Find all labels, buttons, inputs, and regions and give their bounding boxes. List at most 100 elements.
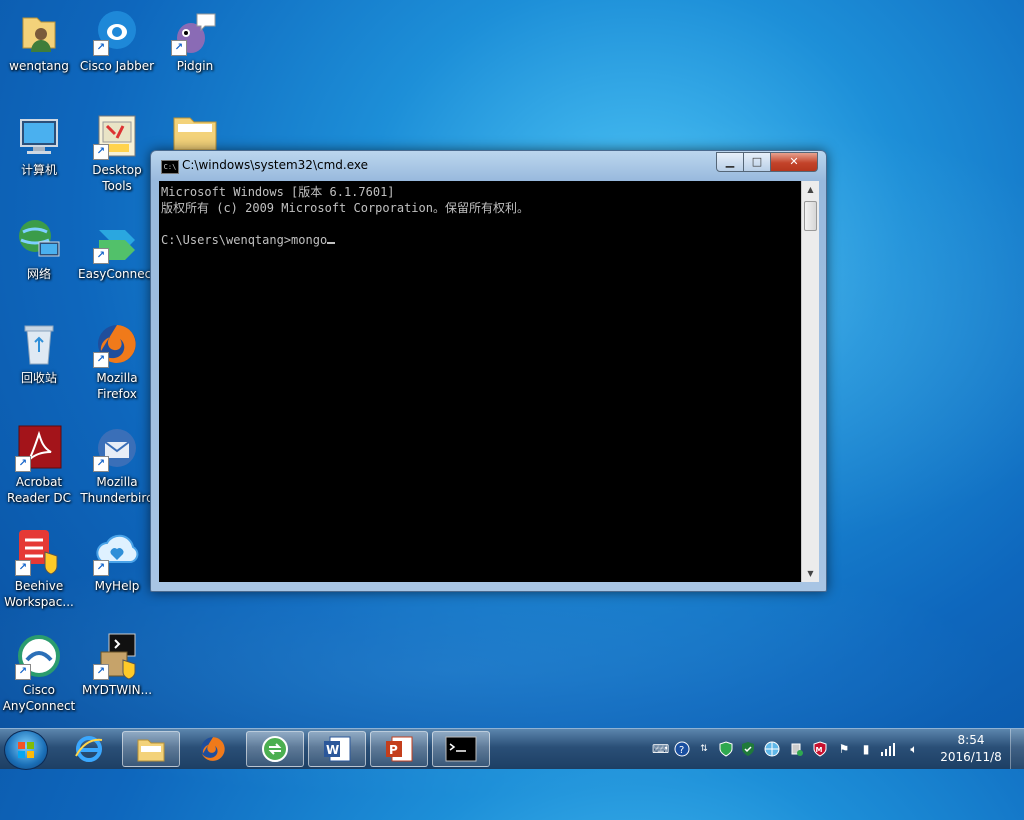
desktop-tools-icon: ↗	[93, 112, 141, 160]
vertical-scrollbar[interactable]: ▲ ▼	[801, 181, 819, 582]
shortcut-arrow-icon: ↗	[15, 456, 31, 472]
desktop-icon-folder-hidden[interactable]	[172, 112, 218, 151]
scroll-down-arrow-icon[interactable]: ▼	[802, 565, 819, 582]
desktop-icon-thunderbird[interactable]: ↗ Mozilla Thunderbird	[78, 420, 156, 506]
installer-icon: ↗	[93, 632, 141, 680]
volume-icon[interactable]: 🔈︎	[906, 741, 922, 757]
desktop-icon-recycle-bin[interactable]: 回收站	[0, 316, 78, 386]
taskbar-clock[interactable]: 8:54 2016/11/8	[935, 732, 1007, 766]
cmd-window[interactable]: C:\ C:\windows\system32\cmd.exe ▁ □ ✕ Mi…	[150, 150, 827, 592]
cmd-icon	[445, 736, 477, 762]
desktop-icon-label: Acrobat Reader DC	[7, 475, 71, 505]
computer-icon	[15, 112, 63, 160]
svg-text:W: W	[326, 743, 339, 757]
desktop-icon-label: EasyConnect	[78, 267, 156, 281]
console-prompt-line[interactable]: C:\Users\wenqtang>mongo	[161, 232, 801, 248]
desktop-icon-acrobat[interactable]: ↗ Acrobat Reader DC	[0, 420, 78, 506]
word-icon: W	[324, 736, 351, 762]
desktop-icon-anyconnect[interactable]: ↗ Cisco AnyConnect	[0, 628, 78, 714]
desktop-icon-label: 网络	[26, 267, 51, 281]
console-line: 版权所有 (c) 2009 Microsoft Corporation。保留所有…	[161, 201, 529, 215]
cisco-jabber-icon: ↗	[93, 8, 141, 56]
taskbar-word-button[interactable]: W	[308, 731, 366, 767]
clock-date: 2016/11/8	[940, 750, 1002, 764]
desktop-icon-label: 计算机	[20, 163, 57, 177]
usb-icon[interactable]	[788, 741, 804, 757]
user-folder-icon	[15, 8, 63, 56]
taskbar-ie-button[interactable]	[60, 731, 118, 767]
desktop-icon-computer[interactable]: 计算机	[0, 108, 78, 178]
mcafee-icon[interactable]: M	[812, 741, 828, 757]
text-cursor	[327, 242, 336, 244]
powerpoint-icon: P	[386, 736, 413, 762]
minimize-button[interactable]: ▁	[716, 152, 744, 172]
desktop-icon-label: Mozilla Firefox	[96, 371, 138, 401]
desktop-icon-wenqtang[interactable]: wenqtang	[0, 4, 78, 74]
shield-icon[interactable]	[718, 741, 734, 757]
desktop-icon-label: Desktop Tools	[92, 163, 142, 193]
desktop-icon-label: 回收站	[20, 371, 57, 385]
easyconnect-icon: ↗	[93, 216, 141, 264]
console-line: Microsoft Windows [版本 6.1.7601]	[161, 185, 395, 199]
keyboard-icon[interactable]: ⌨	[652, 741, 669, 757]
thunderbird-icon: ↗	[93, 424, 141, 472]
taskbar-cmd-button[interactable]	[432, 731, 490, 767]
arrow-icon[interactable]: ⇅	[696, 741, 712, 757]
desktop-icon-label: Cisco AnyConnect	[2, 683, 76, 713]
desktop-icon-easyconnect[interactable]: ↗ EasyConnect	[78, 212, 156, 282]
clock-time: 8:54	[957, 733, 985, 747]
myhelp-icon: ↗	[93, 528, 141, 576]
recycle-bin-icon	[15, 320, 63, 368]
console-prompt: C:\Users\wenqtang>mongo	[161, 233, 328, 247]
maximize-button[interactable]: □	[743, 152, 771, 172]
shortcut-arrow-icon: ↗	[171, 40, 187, 56]
system-tray: ⌨ ? ⇅ M ⚑ ▮ 🔈︎	[650, 729, 935, 769]
shortcut-arrow-icon: ↗	[15, 560, 31, 576]
desktop-icon-label: Mozilla Thunderbird	[80, 475, 154, 505]
shortcut-arrow-icon: ↗	[93, 456, 109, 472]
show-desktop-button[interactable]	[1010, 729, 1024, 769]
taskbar: W P ⌨ ? ⇅ M ⚑ ▮ 🔈︎ 8:54 2016/11/8	[0, 728, 1024, 770]
desktop-icon-label: Beehive Workspac...	[4, 579, 74, 609]
taskbar-explorer-button[interactable]	[122, 731, 180, 767]
desktop-icon-network[interactable]: 网络	[0, 212, 78, 282]
anyconnect-icon: ↗	[15, 632, 63, 680]
window-title: C:\windows\system32\cmd.exe	[182, 158, 368, 172]
desktop-icon-label: Cisco Jabber	[79, 59, 155, 73]
firefox-icon: ↗	[93, 320, 141, 368]
acrobat-icon: ↗	[15, 424, 63, 472]
scroll-up-arrow-icon[interactable]: ▲	[802, 181, 819, 198]
power-icon[interactable]: ▮	[858, 741, 874, 757]
taskbar-sync-button[interactable]	[246, 731, 304, 767]
cmd-app-icon[interactable]: C:\	[161, 160, 179, 174]
start-button[interactable]	[4, 730, 48, 770]
window-titlebar[interactable]: C:\ C:\windows\system32\cmd.exe ▁ □ ✕	[151, 151, 826, 179]
sync-icon	[262, 736, 288, 762]
taskbar-firefox-button[interactable]	[184, 731, 242, 767]
desktop-icon-beehive[interactable]: ↗ Beehive Workspac...	[0, 524, 78, 610]
shortcut-arrow-icon: ↗	[93, 560, 109, 576]
signal-icon[interactable]	[880, 741, 896, 757]
help-icon[interactable]: ?	[674, 741, 690, 757]
desktop-icon-cisco-jabber[interactable]: ↗ Cisco Jabber	[78, 4, 156, 74]
desktop-icon-label: MyHelp	[94, 579, 140, 593]
desktop-icon-label: MYDTWIN...	[81, 683, 153, 697]
desktop-icon-firefox[interactable]: ↗ Mozilla Firefox	[78, 316, 156, 402]
svg-text:M: M	[816, 746, 823, 754]
security-icon[interactable]	[740, 741, 756, 757]
flag-icon[interactable]: ⚑	[836, 741, 852, 757]
taskbar-powerpoint-button[interactable]: P	[370, 731, 428, 767]
network-globe-icon[interactable]	[764, 741, 780, 757]
shortcut-arrow-icon: ↗	[93, 144, 109, 160]
console-output[interactable]: Microsoft Windows [版本 6.1.7601] 版权所有 (c)…	[159, 181, 801, 582]
close-button[interactable]: ✕	[770, 152, 818, 172]
desktop-icon-mydtwin[interactable]: ↗ MYDTWIN...	[78, 628, 156, 698]
shortcut-arrow-icon: ↗	[93, 40, 109, 56]
desktop-icon-myhelp[interactable]: ↗ MyHelp	[78, 524, 156, 594]
desktop-icon-label: wenqtang	[9, 59, 69, 73]
svg-text:P: P	[389, 743, 398, 757]
desktop-icon-desktop-tools[interactable]: ↗ Desktop Tools	[78, 108, 156, 194]
desktop-icon-pidgin[interactable]: ↗ Pidgin	[156, 4, 234, 74]
scrollbar-thumb[interactable]	[804, 201, 817, 231]
